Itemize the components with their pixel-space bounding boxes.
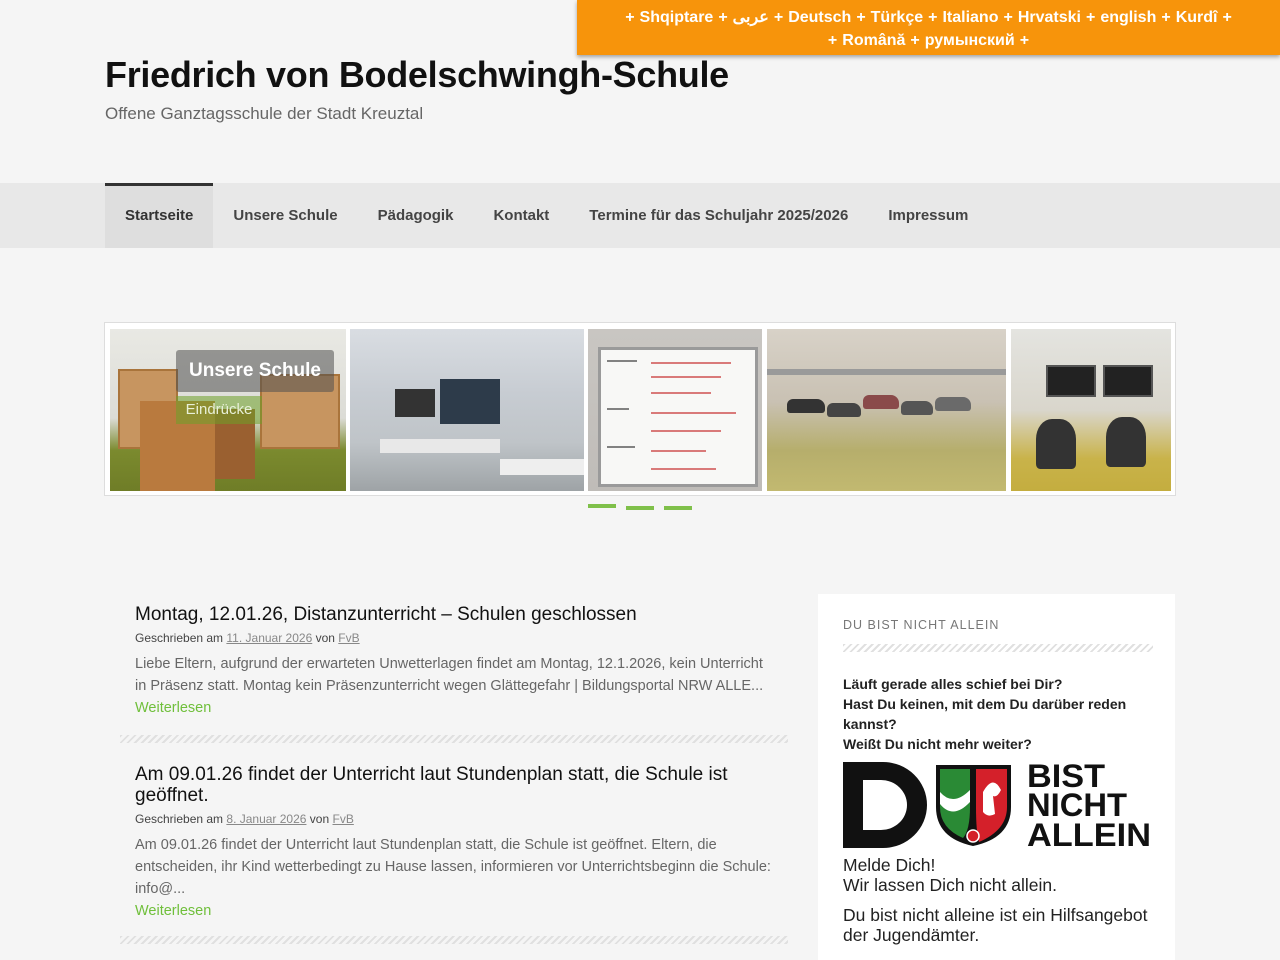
nav-item-unsere-schule[interactable]: Unsere Schule [213,183,357,248]
slider-pagination [588,504,692,510]
slide-caption-title[interactable]: Unsere Schule [176,350,334,392]
widget-text-2: Du bist nicht alleine ist ein Hilfsangeb… [843,905,1148,945]
main-navigation: Startseite Unsere Schule Pädagogik Konta… [0,183,1280,248]
sidebar-widget-du-bist-nicht-allein: DU BIST NICHT ALLEIN Läuft gerade alles … [818,594,1175,960]
meta-prefix: Geschrieben am [135,631,224,645]
language-link[interactable]: Deutsch [788,9,851,26]
language-links-row-1: + Shqiptare + عربى + Deutsch + Türkçe + Italiano +… [577,6,1280,29]
site-title[interactable]: Friedrich von Bodelschwingh-Schule [105,54,729,96]
language-link[interactable]: english [1100,9,1156,26]
post-1: Montag, 12.01.26, Distanzunterricht – Sc… [135,604,775,719]
question-1: Läuft gerade alles schief bei Dir? [843,676,1063,692]
image-slider[interactable] [104,322,1176,496]
post-date-link[interactable]: 8. Januar 2026 [226,812,306,826]
logo-word-allein: ALLEIN [1027,817,1151,848]
language-bar: + Shqiptare + عربى + Deutsch + Türkçe + Italiano +… [577,0,1280,55]
language-link[interactable]: Hrvatski [1018,9,1081,26]
slide-photo-computer-room [1011,329,1171,491]
widget-questions: Läuft gerade alles schief bei Dir? Hast … [843,674,1153,754]
post-divider [120,936,788,944]
language-separator: + [1019,32,1030,49]
language-separator: + [1161,9,1171,26]
post-author-link[interactable]: FvB [338,631,359,645]
post-title[interactable]: Montag, 12.01.26, Distanzunterricht – Sc… [135,604,775,625]
meta-by: von [309,812,330,826]
language-separator: + [1085,9,1096,26]
slide-caption-subtitle[interactable]: Eindrücke [176,396,262,424]
language-link[interactable]: Shqiptare [640,9,714,26]
meta-prefix: Geschrieben am [135,812,224,826]
slide-photo-whiteboard [588,329,762,491]
nav-item-impressum[interactable]: Impressum [868,183,988,248]
nav-item-paedagogik[interactable]: Pädagogik [358,183,474,248]
widget-title-divider [843,644,1153,652]
language-separator: + [773,9,784,26]
language-link[interactable]: Italiano [942,9,998,26]
language-link[interactable]: Română [842,32,905,49]
post-divider [120,735,788,743]
language-separator: + [718,9,728,26]
post-title[interactable]: Am 09.01.26 findet der Unterricht laut S… [135,764,775,806]
post-meta: Geschrieben am 11. Januar 2026 von FvB [135,631,775,645]
bist-nicht-allein-logo[interactable]: BIST NICHT ALLEIN [843,762,1153,848]
meta-by: von [315,631,335,645]
slider-dot-3[interactable] [664,506,692,510]
site-description: Offene Ganztagsschule der Stadt Kreuztal [105,104,424,123]
language-separator: + [625,9,635,26]
post-excerpt: Liebe Eltern, aufgrund der erwarteten Un… [135,656,764,694]
post-date-link[interactable]: 11. Januar 2026 [226,631,312,645]
slide-photo-shoe-rack [767,329,1006,491]
language-link[interactable]: румынский [925,32,1015,49]
read-more-link[interactable]: Weiterlesen [135,900,775,922]
nav-item-startseite[interactable]: Startseite [105,183,214,248]
post-meta: Geschrieben am 8. Januar 2026 von FvB [135,812,775,826]
language-link[interactable]: Türkçe [871,9,923,26]
post-author-link[interactable]: FvB [333,812,354,826]
question-3: Weißt Du nicht mehr weiter? [843,736,1032,752]
language-separator: + [827,32,838,49]
nav-item-termine[interactable]: Termine für das Schuljahr 2025/2026 [569,183,868,248]
widget-title: DU BIST NICHT ALLEIN [843,618,1000,632]
widget-text-1a: Melde Dich! [843,855,936,875]
language-separator: + [910,32,920,49]
post-excerpt: Am 09.01.26 findet der Unterricht laut S… [135,837,771,897]
language-separator: + [1222,9,1232,26]
language-links-row-2: + Română + румынский + [577,29,1280,52]
question-2: Hast Du keinen, mit dem Du darüber reden… [843,696,1127,732]
language-separator: + [928,9,938,26]
language-separator: + [1003,9,1013,26]
widget-text-1b: Wir lassen Dich nicht allein. [843,875,1057,895]
read-more-link[interactable]: Weiterlesen [135,697,775,719]
slide-photo-classroom [350,329,584,491]
slider-dot-2[interactable] [626,506,654,510]
post-2: Am 09.01.26 findet der Unterricht laut S… [135,764,775,922]
widget-text-1: Melde Dich! Wir lassen Dich nicht allein… [843,855,1153,895]
language-separator: + [856,9,866,26]
slider-dot-1[interactable] [588,504,616,508]
language-link[interactable]: عربى [733,9,769,26]
nav-item-kontakt[interactable]: Kontakt [473,183,569,248]
language-link[interactable]: Kurdî [1176,9,1218,26]
